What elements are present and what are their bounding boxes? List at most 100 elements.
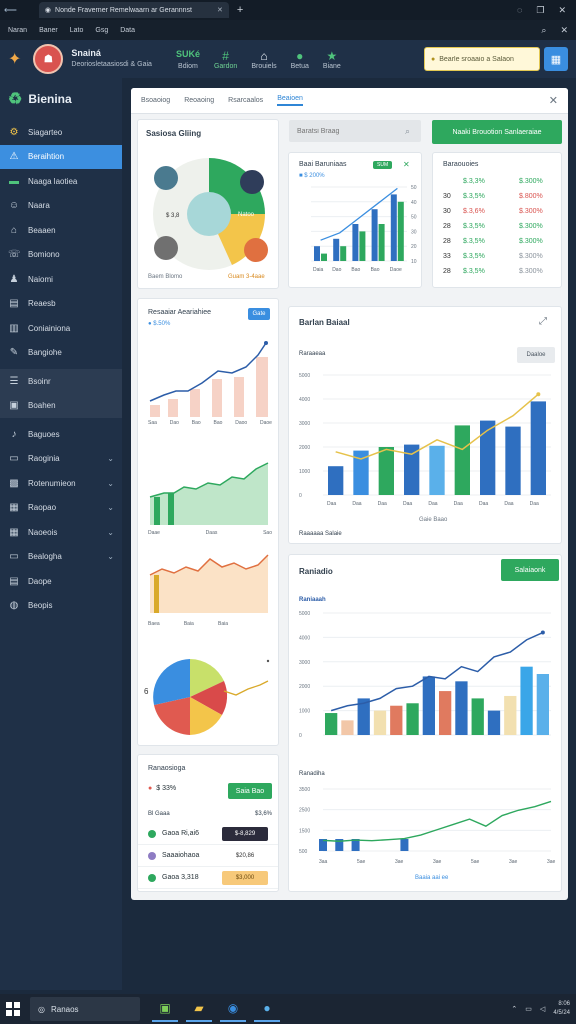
folder-app-icon[interactable]: ▣ xyxy=(152,996,178,1022)
sidebar-item-baguoes[interactable]: ♪ Baguoes xyxy=(0,422,122,447)
bar xyxy=(378,224,385,261)
expand-icon[interactable]: ⤢ xyxy=(539,316,547,327)
tag-icon xyxy=(244,238,268,262)
restore-icon[interactable]: ❐ xyxy=(536,5,544,16)
sidebar-item-label: Bangiohe xyxy=(28,348,62,358)
sidebar-item-rotenumieon[interactable]: ▩ Rotenumieon ⌄ xyxy=(0,471,122,496)
files-app-icon[interactable]: ▰ xyxy=(186,996,212,1022)
calendar-button[interactable]: ▦ xyxy=(544,47,568,71)
sidebar-item-bsoinr[interactable]: ☰ Bsoinr xyxy=(0,369,122,394)
y-tick-label: 1500 xyxy=(299,828,310,834)
report-search-box[interactable]: ⌕ xyxy=(289,120,421,142)
bar xyxy=(256,357,268,417)
menu-item[interactable]: Lato xyxy=(70,27,84,34)
records-top-button[interactable]: Saia Bao xyxy=(228,783,272,799)
sidebar-item-coniainiona[interactable]: ▥ Coniainiona xyxy=(0,316,122,341)
chevron-up-icon[interactable]: ⌃ xyxy=(511,1005,517,1013)
search-icon: ⌕ xyxy=(405,125,411,136)
sidebar-item-naiomi[interactable]: ♟ Naiomi xyxy=(0,267,122,292)
star-icon: ★ xyxy=(326,48,338,63)
menu-item[interactable]: Data xyxy=(120,27,135,34)
header-nav-item-biane[interactable]: ★ Biane xyxy=(323,49,341,70)
report-search-input[interactable] xyxy=(297,127,405,135)
browser-tab[interactable]: ◉ Nonde Fraverner Remelwaarn ar Gerannns… xyxy=(38,2,229,18)
x-tick-label: Daa xyxy=(352,501,361,507)
menu-item[interactable]: Naran xyxy=(8,27,27,34)
close-window-icon[interactable]: ✕ xyxy=(558,5,566,16)
action-button[interactable]: Naaki Brouotion Sanlaeraiae xyxy=(432,120,562,144)
tab-beaioen[interactable]: Beaioen xyxy=(277,95,303,106)
sidebar-item-bealogha[interactable]: ▭ Bealogha ⌄ xyxy=(0,545,122,570)
back-icon[interactable]: ⟵ xyxy=(4,5,17,16)
sidebar-item-raoginia[interactable]: ▭ Raoginia ⌄ xyxy=(0,447,122,472)
bar xyxy=(520,666,533,735)
sidebar-item-bangiohe[interactable]: ✎ Bangiohe xyxy=(0,341,122,366)
header-nav-item-betua[interactable]: ● Betua xyxy=(291,49,309,70)
star-icon[interactable]: ✦ xyxy=(8,49,21,69)
sidebar-item-naara[interactable]: ☺ Naara xyxy=(0,194,122,219)
browser-app-icon[interactable]: ◉ xyxy=(220,996,246,1022)
x-tick-label: Daa xyxy=(403,501,412,507)
calendar-icon: ▦ xyxy=(9,502,19,514)
edge-app-icon[interactable]: ● xyxy=(254,996,280,1022)
sidebar-item-beraihtion[interactable]: ⚠ Beraihtion xyxy=(0,144,122,169)
new-tab-icon[interactable]: + xyxy=(237,4,243,16)
network-icon[interactable]: ▭ xyxy=(525,1005,532,1013)
taskbar: ◎ Ranaos ▣ ▰ ◉ ● ⌃ ▭ ◁ 8:06 4/5/24 xyxy=(0,994,576,1024)
header-nav-item-brouiels[interactable]: ⌂ Brouiels xyxy=(251,49,276,70)
big-chart-button[interactable]: Daaloe xyxy=(517,347,555,363)
menu-item[interactable]: Gsg xyxy=(95,27,108,34)
tray-icon: ▭ xyxy=(9,453,19,465)
bottom-card-button[interactable]: Salaiaonk xyxy=(501,559,559,581)
bar xyxy=(150,405,160,417)
sidebar-item-naaga-laotiea[interactable]: ▬ Naaga laotiea xyxy=(0,169,122,194)
bar xyxy=(429,445,445,495)
bottom-xaxis-title: Baaia aai ee xyxy=(415,875,449,881)
overview-card: Sasiosa Gliing $ 3,8 Natoo Baem Blomo Gu… xyxy=(137,119,279,289)
trend-line-chart xyxy=(149,341,268,417)
tab-bsoaoiog[interactable]: Bsoaoiog xyxy=(141,97,170,104)
mini-chart-title: Baai Baruniaas xyxy=(299,161,347,168)
tab-rsarcaalos[interactable]: Rsarcaalos xyxy=(228,97,263,104)
header-nav-item-bdiom[interactable]: SUKé Bdiom xyxy=(176,49,200,70)
record-row[interactable]: Saaaiohaoa $20,86 xyxy=(138,845,278,867)
header-search-input[interactable] xyxy=(439,55,524,63)
y-tick-label: 500 xyxy=(299,849,308,855)
search-icon[interactable]: ⌕ xyxy=(541,25,546,36)
bar xyxy=(325,713,338,735)
tab-reoaoing[interactable]: Reoaoing xyxy=(184,97,214,104)
sidebar-item-beaaen[interactable]: ⌂ Beaaen xyxy=(0,218,122,243)
header-search[interactable]: ● xyxy=(424,47,540,71)
trend-badge[interactable]: Gate xyxy=(248,308,270,320)
sidebar-item-siagarteo[interactable]: ⚙ Siagarteo xyxy=(0,120,122,145)
volume-icon[interactable]: ◁ xyxy=(540,1005,545,1013)
sidebar-item-beopis[interactable]: ◍ Beopis xyxy=(0,594,122,619)
header-nav-item-gardon[interactable]: # Gardon xyxy=(214,49,237,70)
record-row[interactable]: Gaoa Ri,ai6 $-8,829 xyxy=(138,823,278,845)
taskbar-search[interactable]: ◎ Ranaos xyxy=(30,997,140,1021)
sidebar-item-daope[interactable]: ▤ Daope xyxy=(0,569,122,594)
bar xyxy=(340,246,347,261)
windows-icon[interactable] xyxy=(6,1002,20,1016)
close-icon[interactable]: ✕ xyxy=(403,160,410,169)
bar xyxy=(314,246,320,261)
close-icon[interactable]: ✕ xyxy=(560,25,568,36)
settings-icon[interactable]: ◌ xyxy=(517,5,522,16)
music-icon: ♪ xyxy=(11,428,17,440)
sidebar-item-boahen[interactable]: ▣ Boahen xyxy=(0,393,122,418)
sidebar-item-bomiono[interactable]: ☏ Bomiono xyxy=(0,243,122,268)
close-panel-icon[interactable]: ✕ xyxy=(549,94,558,107)
sidebar-item-reaesb[interactable]: ▤ Reaesb xyxy=(0,292,122,317)
taskbar-apps: ▣ ▰ ◉ ● xyxy=(152,996,280,1022)
menu-item[interactable]: Baner xyxy=(39,27,58,34)
x-tick-label: Daa xyxy=(504,501,513,507)
close-tab-icon[interactable]: ✕ xyxy=(217,6,223,14)
records-head-right: $3,6% xyxy=(254,811,272,817)
archive-icon: ▩ xyxy=(9,477,19,489)
x-tick-label: 3ae xyxy=(547,859,556,865)
sidebar-item-raopao[interactable]: ▦ Raopao ⌄ xyxy=(0,496,122,521)
stats-cell: $.300% xyxy=(519,268,543,275)
clock[interactable]: 8:06 4/5/24 xyxy=(553,1000,570,1018)
sidebar-item-naoeois[interactable]: ▦ Naoeois ⌄ xyxy=(0,520,122,545)
record-row[interactable]: Gaoa 3,318 $3,000 xyxy=(138,867,278,889)
